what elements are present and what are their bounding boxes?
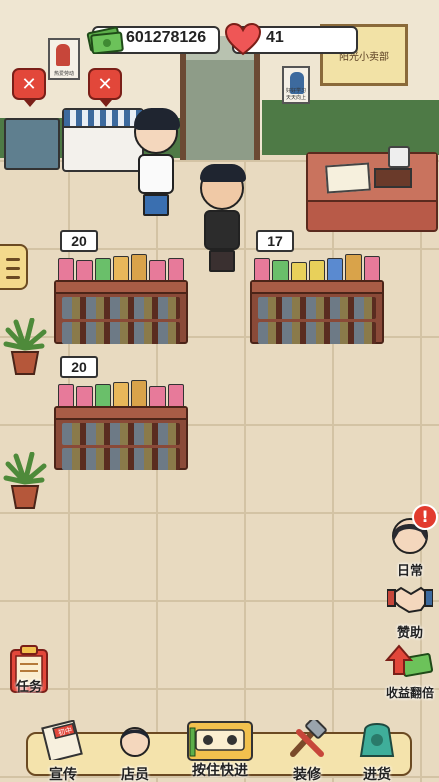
nav-decorate-button[interactable]: 装修 — [280, 717, 334, 782]
wrench-hammer-icon: ✕ — [12, 68, 46, 100]
sponsor-label: 赞助 — [396, 626, 423, 641]
staff-avatar-icon — [120, 727, 150, 757]
nav-staff-label: 店员 — [121, 767, 149, 782]
sponsor-button[interactable]: 赞助 — [384, 582, 436, 641]
nav-promote-label: 宣传 — [49, 767, 77, 782]
wall-poster-labor: 热爱劳动 — [48, 38, 80, 80]
nav-fast-forward-label: 按住快进 — [192, 763, 248, 779]
repair-bubble-freezer[interactable]: ✕ — [88, 68, 122, 107]
heart-icon — [224, 22, 262, 56]
cash-arrow-up-icon — [384, 644, 434, 677]
potted-plant — [3, 318, 47, 375]
newspaper-icon: 初中 — [41, 719, 83, 763]
nav-staff-button[interactable]: 店员 — [108, 720, 162, 782]
ledger-book — [325, 162, 371, 194]
cassette-tape-icon — [187, 721, 253, 761]
double-income-button[interactable]: 收益翻倍 — [382, 642, 438, 701]
nav-decorate-label: 装修 — [293, 767, 321, 782]
hammer-wrench-icon — [290, 717, 327, 757]
goods-shelf[interactable] — [250, 250, 384, 344]
money-value: 601278126 — [126, 29, 207, 46]
snack-counter[interactable] — [4, 118, 60, 170]
goods-shelf[interactable] — [54, 376, 188, 470]
repair-bubble-counter[interactable]: ✕ — [12, 68, 46, 107]
tea-mug — [388, 146, 410, 168]
shelf-price-tag: 20 — [60, 356, 98, 378]
task-button[interactable]: 任务 — [6, 644, 52, 695]
cash-icon — [86, 26, 124, 54]
nav-restock-label: 进货 — [363, 767, 391, 782]
double-income-label: 收益翻倍 — [385, 686, 434, 700]
nav-restock-button[interactable]: 进货 — [350, 720, 404, 782]
goods-bag-icon — [359, 723, 395, 757]
wall-wainscot-right — [262, 100, 439, 155]
goods-shelf[interactable] — [54, 250, 188, 344]
hamburger-menu-button[interactable] — [0, 244, 28, 290]
cashier-desk[interactable] — [306, 152, 438, 232]
potted-plant — [3, 452, 47, 509]
poster-caption: 热爱劳动 — [53, 71, 74, 77]
doorway — [186, 60, 254, 160]
poster-caption: 好好学习天天向上 — [285, 88, 306, 101]
shelf-price-tag: 17 — [256, 230, 294, 252]
student-customer[interactable] — [134, 108, 180, 216]
handshake-icon — [386, 586, 434, 614]
shelf-price-tag: 20 — [60, 230, 98, 252]
wrench-hammer-icon: ✕ — [88, 68, 122, 100]
wall-poster-study: 好好学习天天向上 — [282, 66, 310, 104]
shopkeeper-character[interactable] — [200, 164, 246, 272]
daily-alert-badge: ! — [412, 504, 438, 530]
poster-figure — [56, 44, 70, 66]
nav-fast-forward-button[interactable]: 按住快进 — [182, 718, 258, 780]
hearts-value: 41 — [266, 29, 284, 46]
nav-promote-button[interactable]: 初中 宣传 — [36, 719, 90, 782]
daily-label: 日常 — [396, 564, 423, 579]
game-scene: 阳光小卖部 热爱劳动 好好学习天天向上 ✕ ✕ 20 17 20 6012781… — [0, 0, 439, 782]
abacus — [374, 168, 412, 188]
ice-cream-freezer[interactable] — [62, 108, 144, 172]
